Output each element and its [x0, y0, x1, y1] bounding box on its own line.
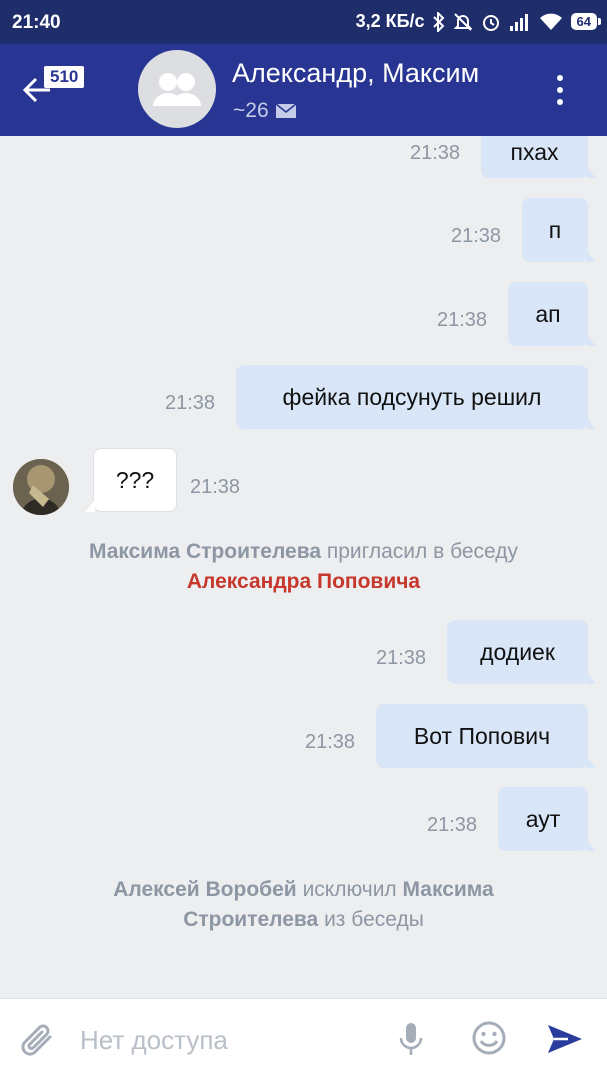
group-avatar-icon [153, 73, 201, 106]
service-target-first[interactable]: Максима [403, 878, 494, 901]
unread-badge: 510 [44, 66, 85, 88]
message-time: 21:38 [427, 814, 478, 836]
service-target[interactable]: Александра Поповича [187, 570, 420, 593]
service-target-last[interactable]: Строителева [183, 908, 318, 931]
outgoing-message[interactable]: фейка подсунуть решил [236, 365, 596, 429]
message-time: 21:38 [190, 476, 241, 498]
message-time: 21:38 [410, 142, 461, 164]
mail-icon [275, 103, 297, 118]
outgoing-message[interactable]: ап [508, 282, 596, 346]
signal-icon [509, 13, 528, 31]
sender-avatar[interactable] [13, 459, 69, 515]
chat-header: 510 Александр, Максим ~26 [0, 44, 607, 136]
message-input[interactable] [80, 1025, 380, 1056]
alarm-icon [482, 14, 499, 31]
message-time: 21:38 [437, 309, 488, 331]
outgoing-message[interactable]: аут [498, 787, 596, 851]
message-text: ап [535, 300, 561, 327]
outgoing-message[interactable]: п [522, 198, 596, 262]
service-action: пригласил в беседу [326, 540, 519, 563]
message-text: аут [525, 805, 561, 832]
mute-icon [453, 12, 472, 31]
message-text: Вот Попович [413, 722, 551, 749]
outgoing-message[interactable]: пхах [481, 136, 596, 178]
service-message-invite: Максима Строителева пригласил в беседу А… [0, 537, 607, 597]
battery-indicator: 64 [570, 13, 602, 30]
chat-title[interactable]: Александр, Максим [232, 58, 517, 89]
network-speed: 3,2 КБ/с [355, 11, 425, 31]
message-composer [0, 998, 607, 1080]
message-text: додиек [480, 638, 555, 665]
wifi-icon [539, 13, 562, 30]
service-message-kick: Алексей Воробей исключил Максима Строите… [0, 875, 607, 935]
outgoing-message[interactable]: Вот Попович [376, 704, 596, 768]
message-time: 21:38 [165, 392, 216, 414]
message-text: пхах [510, 138, 559, 165]
status-time: 21:40 [12, 12, 61, 33]
avatar-photo [13, 459, 69, 515]
incoming-message[interactable]: ??? [85, 448, 177, 512]
service-suffix: из беседы [324, 908, 424, 931]
outgoing-message[interactable]: додиек [447, 620, 596, 684]
send-icon[interactable] [546, 1023, 584, 1055]
mic-icon[interactable] [398, 1021, 424, 1057]
message-text: фейка подсунуть решил [282, 383, 542, 410]
service-action: исключил [302, 878, 397, 901]
member-count: ~26 [233, 99, 269, 122]
message-time: 21:38 [305, 731, 356, 753]
emoji-icon[interactable] [471, 1020, 507, 1056]
more-vert-icon[interactable] [552, 72, 568, 108]
message-text: п [548, 216, 562, 243]
bluetooth-icon [432, 11, 444, 32]
back-button[interactable]: 510 [22, 66, 94, 116]
service-actor[interactable]: Максима Строителева [89, 540, 321, 563]
message-text: ??? [115, 466, 155, 493]
status-bar: 21:40 3,2 КБ/с 64 [0, 0, 607, 44]
message-time: 21:38 [451, 225, 502, 247]
chat-subtitle: ~26 [233, 99, 297, 123]
message-list: пхах 21:38 п 21:38 ап 21:38 фейка подсун… [0, 136, 607, 998]
chat-avatar[interactable] [138, 50, 216, 128]
message-time: 21:38 [376, 647, 427, 669]
attach-icon[interactable] [20, 1021, 56, 1059]
service-actor[interactable]: Алексей Воробей [113, 878, 296, 901]
status-icons: 3,2 КБ/с 64 [355, 11, 602, 32]
